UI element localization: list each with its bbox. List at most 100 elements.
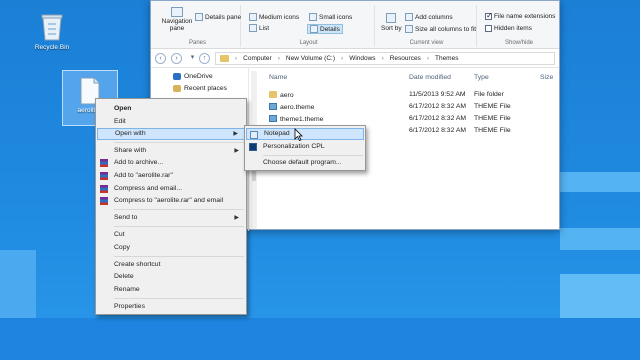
hidden-items-toggle[interactable]: Hidden items (485, 25, 532, 32)
winrar-icon (100, 159, 108, 167)
column-header-date[interactable]: Date modified (409, 74, 451, 81)
menu-item-cut[interactable]: Cut (97, 229, 245, 241)
current-view-group: Sort by Add columns Size all columns to … (377, 5, 477, 47)
hidden-items-checkbox[interactable] (485, 25, 492, 32)
open-with-label: Open with (115, 130, 146, 137)
add-to-archive-label: Add to archive... (114, 159, 164, 166)
list-icon (249, 24, 257, 32)
menu-divider (263, 155, 363, 156)
menu-item-delete[interactable]: Delete (97, 271, 245, 283)
file-extensions-label: File name extensions (494, 13, 556, 20)
navigation-pane-label: Navigation pane (161, 18, 193, 32)
navigation-pane-icon (171, 7, 183, 17)
mouse-pointer-icon (294, 128, 303, 141)
theme-file-icon (269, 103, 277, 110)
recent-places-icon (173, 85, 181, 92)
personalization-icon (249, 143, 257, 151)
details-view-button[interactable]: Details (307, 24, 343, 34)
submenu-item-personalization[interactable]: Personalization CPL (246, 141, 364, 153)
ribbon-view-tab: Navigation pane Details pane Panes Mediu… (151, 1, 559, 49)
notepad-icon (250, 131, 258, 139)
panes-group: Navigation pane Details pane Panes (155, 5, 241, 47)
menu-item-copy[interactable]: Copy (97, 242, 245, 254)
add-columns-button[interactable]: Add columns (405, 13, 453, 21)
desktop-stripe (560, 172, 640, 192)
small-icons-button[interactable]: Small icons (309, 13, 352, 21)
file-type: THEME File (474, 115, 511, 122)
column-header-type[interactable]: Type (474, 74, 489, 81)
menu-item-compress-rar-email[interactable]: Compress to "aerolite.rar" and email (97, 195, 245, 207)
file-extensions-checkbox[interactable] (485, 11, 493, 20)
submenu-item-choose-default[interactable]: Choose default program... (246, 157, 364, 169)
medium-icons-button[interactable]: Medium icons (249, 13, 299, 21)
chevron-right-icon: ▶ (233, 131, 238, 137)
address-path[interactable]: › Computer › New Volume (C:) › Windows ›… (215, 52, 555, 65)
menu-item-edit[interactable]: Edit (97, 116, 245, 128)
nav-item-onedrive[interactable]: OneDrive (173, 73, 213, 80)
nav-item-recent-places[interactable]: Recent places (173, 85, 227, 92)
menu-divider (114, 226, 244, 227)
recycle-bin-desktop-icon[interactable]: Recycle Bin (24, 12, 80, 51)
submenu-item-notepad[interactable]: Notepad (246, 128, 364, 140)
details-view-label: Details (320, 25, 340, 33)
size-columns-icon (405, 25, 413, 33)
layout-group: Medium icons Small icons List Details La… (243, 5, 375, 47)
list-label: List (259, 24, 270, 32)
desktop-band (0, 318, 640, 360)
crumb-themes[interactable]: Themes (435, 55, 458, 62)
desktop-stripe (0, 250, 36, 320)
menu-item-open[interactable]: Open (97, 103, 245, 115)
menu-divider (114, 142, 244, 143)
menu-item-add-to-archive[interactable]: Add to archive... (97, 157, 245, 169)
desktop-stripe (560, 274, 640, 318)
share-with-label: Share with (114, 147, 147, 154)
column-header-size[interactable]: Size (540, 74, 553, 81)
menu-item-share-with[interactable]: Share with ▶ (97, 145, 245, 157)
winrar-icon (100, 172, 108, 180)
file-row[interactable]: theme1.theme 6/17/2012 8:32 AM THEME Fil… (259, 113, 559, 125)
menu-item-rename[interactable]: Rename (97, 284, 245, 296)
navigation-pane-button[interactable]: Navigation pane (159, 7, 195, 32)
add-columns-label: Add columns (415, 13, 453, 21)
menu-item-open-with[interactable]: Open with ▶ (97, 128, 245, 140)
add-to-rar-label: Add to "aerolite.rar" (114, 172, 173, 179)
crumb-resources[interactable]: Resources (390, 55, 421, 62)
menu-item-add-to-rar[interactable]: Add to "aerolite.rar" (97, 170, 245, 182)
file-type: THEME File (474, 127, 511, 134)
crumb-volume[interactable]: New Volume (C:) (286, 55, 335, 62)
file-name: theme1.theme (280, 116, 324, 123)
panes-group-label: Panes (188, 40, 206, 46)
menu-item-send-to[interactable]: Send to ▶ (97, 212, 245, 224)
file-row[interactable]: aero 11/5/2013 9:52 AM File folder (259, 89, 559, 101)
recent-locations-button[interactable]: ▾ (187, 53, 198, 64)
file-row[interactable]: aero.theme 6/17/2012 8:32 AM THEME File (259, 101, 559, 113)
menu-item-properties[interactable]: Properties (97, 301, 245, 313)
menu-divider (114, 256, 244, 257)
sort-by-label: Sort by (381, 25, 402, 32)
up-button[interactable]: ↑ (199, 53, 210, 64)
menu-item-create-shortcut[interactable]: Create shortcut (97, 259, 245, 271)
menu-item-compress-email[interactable]: Compress and email... (97, 183, 245, 195)
menu-divider (114, 209, 244, 210)
theme-file-icon (269, 115, 277, 122)
forward-button[interactable]: › (171, 53, 182, 64)
small-icons-icon (309, 13, 317, 21)
folder-icon (269, 91, 277, 98)
crumb-computer[interactable]: Computer (243, 55, 272, 62)
back-button[interactable]: ‹ (155, 53, 166, 64)
column-header-name[interactable]: Name (269, 74, 287, 81)
layout-group-label: Layout (299, 40, 318, 46)
file-type: THEME File (474, 103, 511, 110)
file-name-extensions-toggle[interactable]: File name extensions (485, 11, 556, 20)
details-pane-label: Details pane (205, 13, 242, 21)
details-pane-icon (195, 13, 203, 21)
crumb-windows[interactable]: Windows (349, 55, 375, 62)
details-pane-button[interactable]: Details pane (195, 13, 241, 21)
sort-by-icon (386, 13, 397, 23)
size-columns-button[interactable]: Size all columns to fit (405, 25, 476, 33)
file-date: 6/17/2012 8:32 AM (409, 103, 467, 110)
list-button[interactable]: List (249, 24, 269, 32)
file-name: aero.theme (280, 104, 315, 111)
sort-by-button[interactable]: Sort by (381, 13, 402, 32)
hidden-items-label: Hidden items (494, 25, 532, 32)
